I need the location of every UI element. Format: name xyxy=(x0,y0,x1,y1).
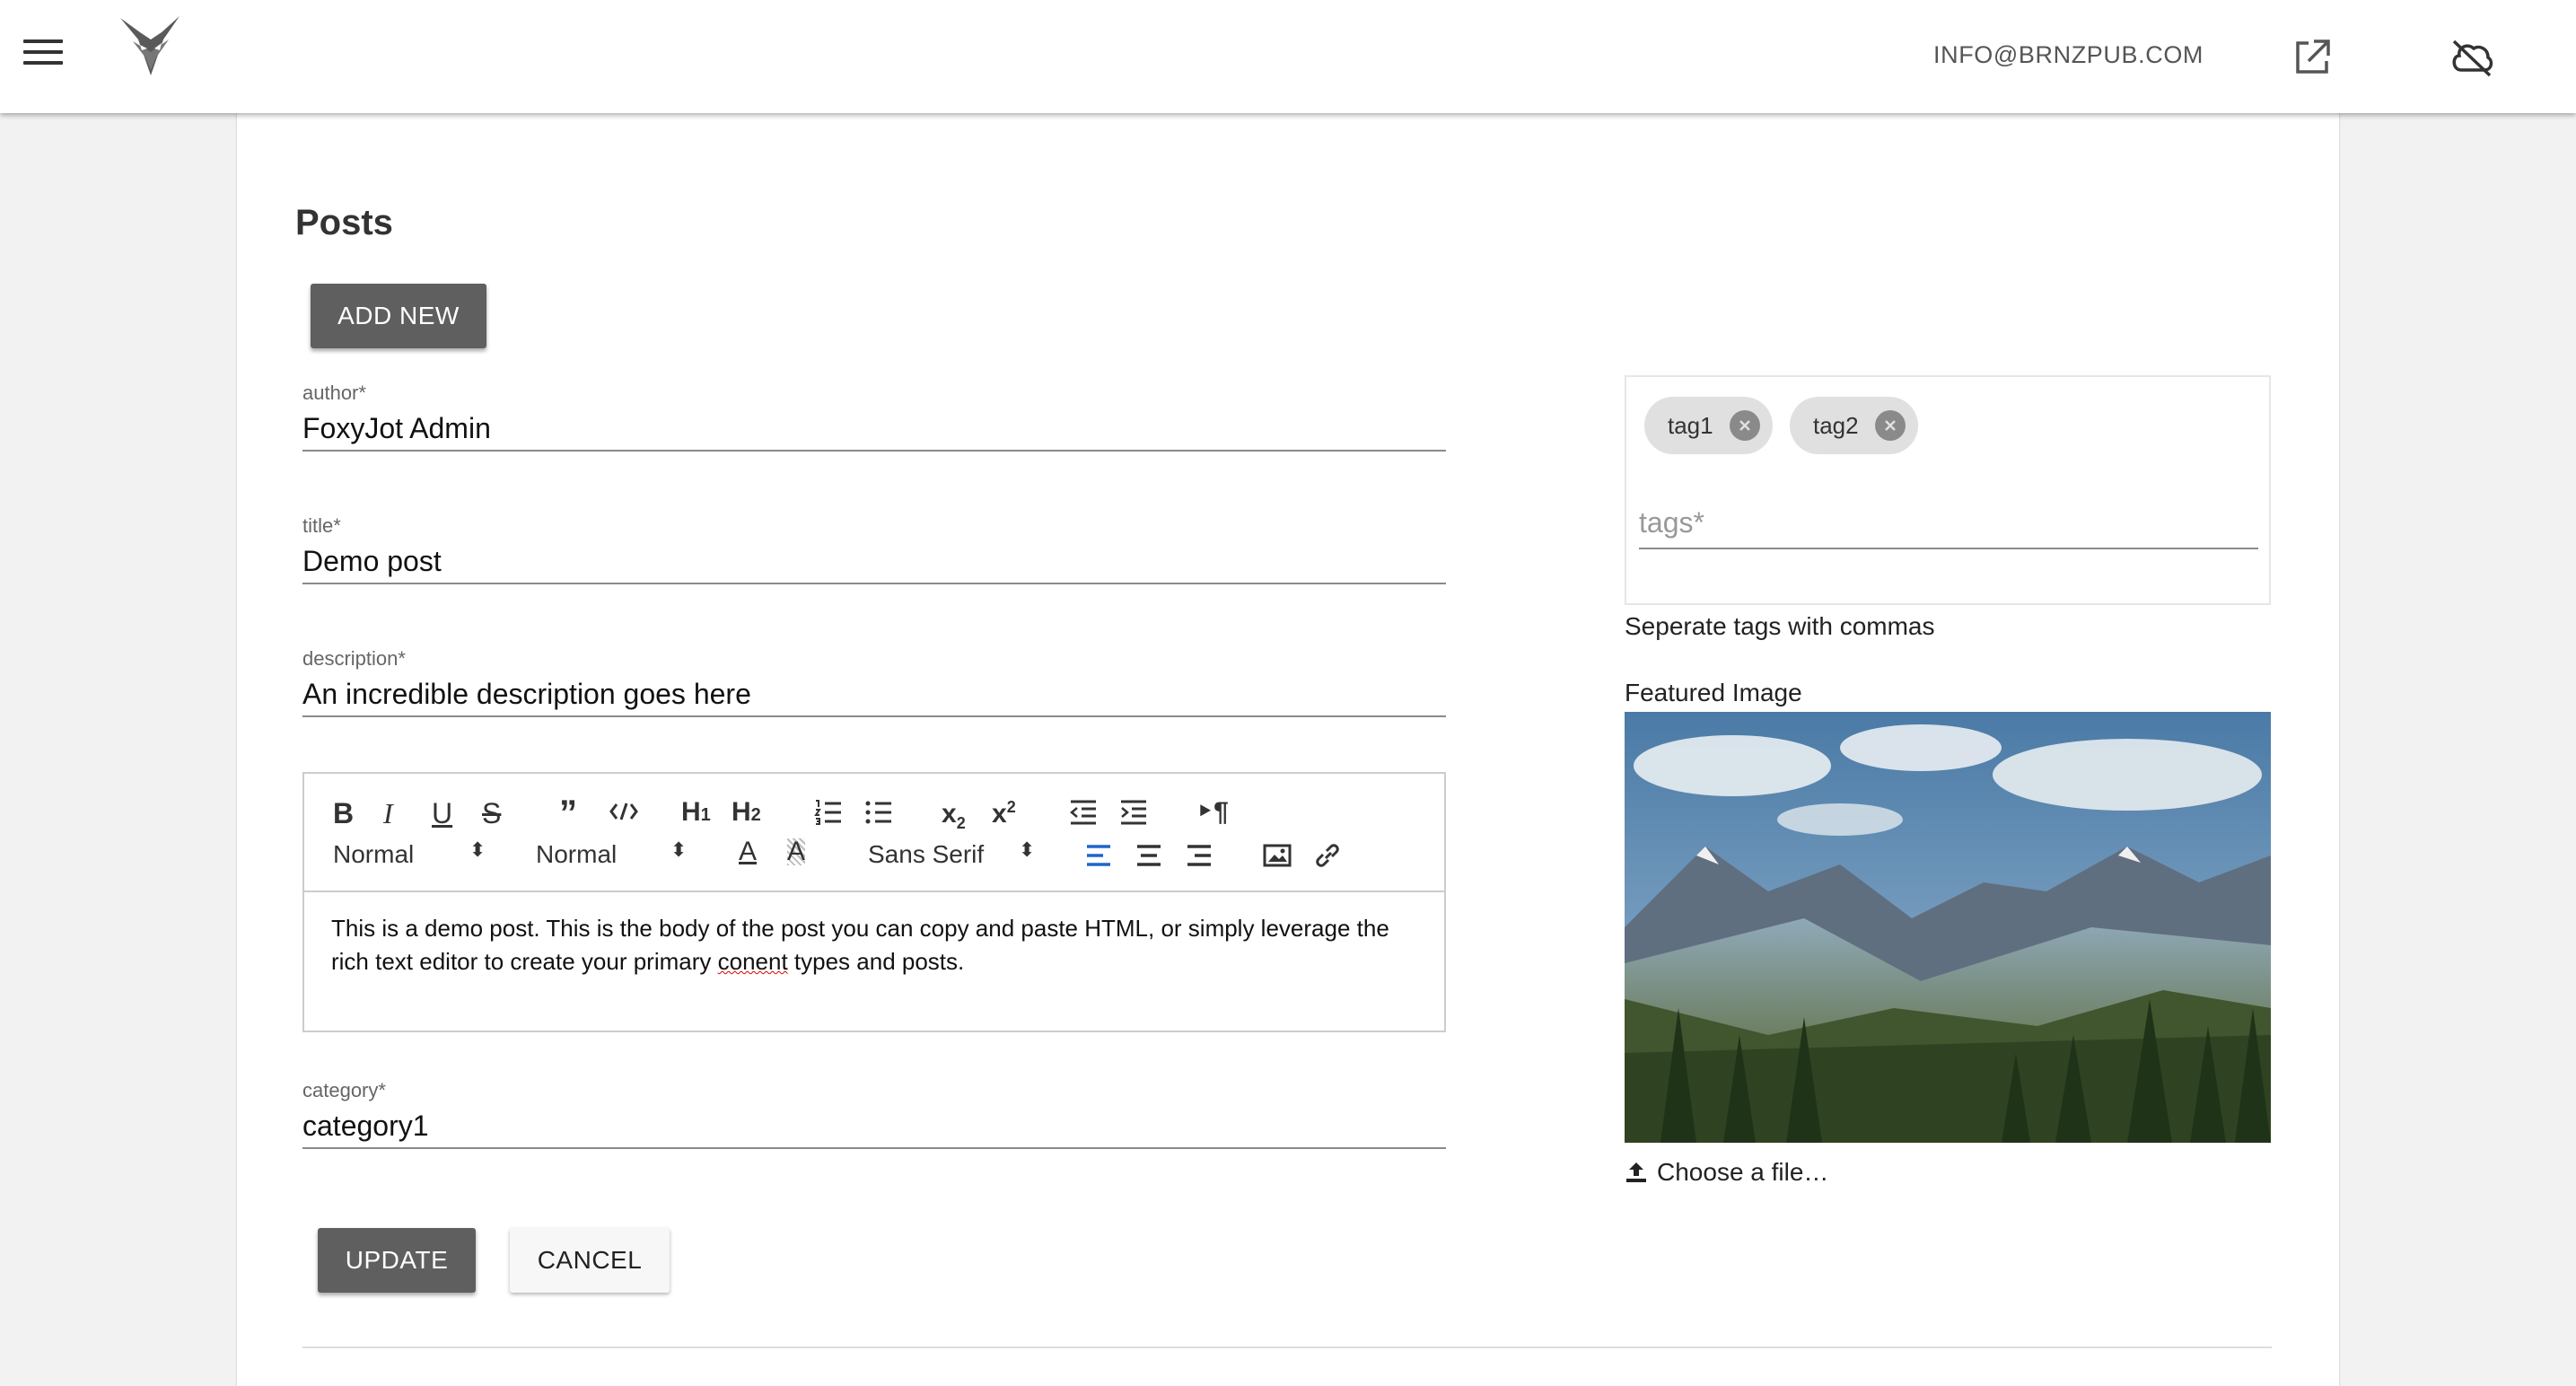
author-input[interactable]: FoxyJot Admin xyxy=(302,410,1446,450)
tags-input[interactable] xyxy=(1639,503,2258,542)
background-color-icon[interactable]: A xyxy=(787,838,806,865)
align-right-icon[interactable] xyxy=(1186,844,1213,867)
heading2-icon[interactable]: H2 xyxy=(732,799,761,826)
code-block-icon[interactable] xyxy=(609,801,638,822)
choose-file-button[interactable]: Choose a file… xyxy=(1625,1158,1828,1187)
tag-chip-label: tag1 xyxy=(1668,411,1713,439)
tags-box: tag1 tag2 xyxy=(1625,375,2271,605)
add-new-button[interactable]: ADD NEW xyxy=(311,284,486,348)
category-field[interactable]: category* category1 xyxy=(302,1079,1446,1149)
external-link-icon[interactable] xyxy=(2291,36,2334,79)
category-input[interactable]: category1 xyxy=(302,1108,1446,1147)
misspelled-word: conent xyxy=(717,948,788,975)
description-label: description* xyxy=(302,647,406,670)
align-center-icon[interactable] xyxy=(1135,844,1162,867)
author-label: author* xyxy=(302,382,366,404)
blockquote-icon[interactable]: ” xyxy=(559,795,577,831)
italic-icon[interactable]: I xyxy=(383,799,393,828)
remove-tag-icon[interactable] xyxy=(1874,410,1906,441)
underline-icon[interactable]: U xyxy=(432,799,452,828)
divider xyxy=(302,1347,2272,1348)
rich-text-editor: B I U S ” H1 H2 x2 x2 ‣¶ Normal ⬍ Normal… xyxy=(302,772,1446,1032)
description-input[interactable]: An incredible description goes here xyxy=(302,676,1446,715)
featured-image-label: Featured Image xyxy=(1625,679,1802,706)
tags-helper-text: Seperate tags with commas xyxy=(1625,612,1935,640)
strike-icon[interactable]: S xyxy=(482,799,501,828)
bold-icon[interactable]: B xyxy=(333,799,354,828)
editor-toolbar: B I U S ” H1 H2 x2 x2 ‣¶ Normal ⬍ Normal… xyxy=(304,774,1444,892)
size-select[interactable]: Normal xyxy=(536,842,617,867)
page-title: Posts xyxy=(295,203,393,242)
description-field[interactable]: description* An incredible description g… xyxy=(302,647,1446,717)
bullet-list-icon[interactable] xyxy=(864,799,893,826)
account-email: INFO@BRNZPUB.COM xyxy=(1933,41,2204,68)
text-color-icon[interactable]: A xyxy=(739,838,757,865)
indent-icon[interactable] xyxy=(1119,799,1148,826)
link-icon[interactable] xyxy=(1313,842,1342,869)
font-select[interactable]: Sans Serif xyxy=(868,842,984,867)
header-select-arrows-icon[interactable]: ⬍ xyxy=(469,840,486,860)
upload-icon xyxy=(1626,1162,1646,1182)
title-label: title* xyxy=(302,514,341,537)
fox-logo[interactable] xyxy=(115,13,187,84)
tag-chip[interactable]: tag2 xyxy=(1790,397,1918,454)
text-direction-icon[interactable]: ‣¶ xyxy=(1196,799,1229,826)
tag-chip-label: tag2 xyxy=(1813,411,1859,439)
choose-file-label: Choose a file… xyxy=(1657,1158,1829,1186)
heading1-icon[interactable]: H1 xyxy=(681,799,711,826)
update-button[interactable]: UPDATE xyxy=(318,1228,476,1293)
ordered-list-icon[interactable] xyxy=(814,799,843,826)
app-bar: INFO@BRNZPUB.COM xyxy=(0,0,2576,113)
cloud-off-icon[interactable] xyxy=(2447,36,2497,79)
superscript-icon[interactable]: x2 xyxy=(992,799,1016,828)
image-icon[interactable] xyxy=(1263,844,1292,867)
tag-chip[interactable]: tag1 xyxy=(1644,397,1773,454)
align-left-icon[interactable] xyxy=(1085,844,1112,867)
editor-content[interactable]: This is a demo post. This is the body of… xyxy=(331,912,1408,978)
menu-icon[interactable] xyxy=(23,39,63,72)
featured-image xyxy=(1625,712,2271,1143)
header-select[interactable]: Normal xyxy=(333,842,414,867)
remove-tag-icon[interactable] xyxy=(1729,410,1760,441)
font-select-arrows-icon[interactable]: ⬍ xyxy=(1019,840,1035,860)
category-label: category* xyxy=(302,1079,386,1101)
title-input[interactable]: Demo post xyxy=(302,543,1446,583)
cancel-button[interactable]: CANCEL xyxy=(510,1228,670,1293)
author-field[interactable]: author* FoxyJot Admin xyxy=(302,382,1446,452)
title-field[interactable]: title* Demo post xyxy=(302,514,1446,584)
size-select-arrows-icon[interactable]: ⬍ xyxy=(670,840,687,860)
tags-field xyxy=(1639,503,2258,549)
outdent-icon[interactable] xyxy=(1069,799,1098,826)
subscript-icon[interactable]: x2 xyxy=(942,801,966,832)
